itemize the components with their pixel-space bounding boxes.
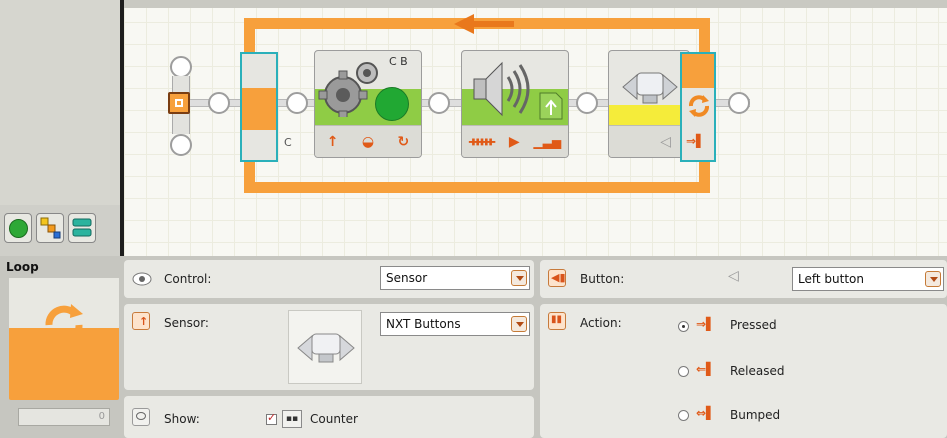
sound-block-settings-strip: ᚔ ▶ ▁▃▅ (462, 125, 568, 157)
sensor-row: ↑ Sensor: NXT Buttons (124, 304, 534, 390)
action-row: ▮▮ Action: ⇒▌ Pressed ⇐▌ Released ⇔▌ Bum… (540, 304, 947, 438)
loop-icon (45, 304, 83, 346)
motor-ports-label: C B (389, 55, 408, 68)
start-plug-bottom[interactable] (170, 134, 192, 156)
loop-condition-block[interactable]: ◁ (608, 50, 690, 158)
pressed-radio[interactable] (678, 321, 689, 332)
motor-power-indicator (375, 87, 409, 121)
control-row: Control: Sensor (124, 260, 534, 298)
start-point-icon[interactable] (168, 92, 190, 114)
show-label: Show: (164, 412, 200, 426)
control-select[interactable]: Sensor (380, 266, 530, 290)
wire-plug-2[interactable] (286, 92, 308, 114)
custom-palette-tab[interactable] (68, 213, 96, 243)
counter-label: Counter (310, 412, 358, 426)
volume-icon: ▁▃▅ (533, 134, 562, 149)
block-title: Loop (6, 260, 39, 274)
released-label[interactable]: Released (730, 364, 785, 378)
show-icon (132, 408, 150, 426)
wire-plug-3[interactable] (428, 92, 450, 114)
nxt-buttons-preview-icon (297, 333, 355, 363)
play-icon: ▶ (508, 133, 520, 150)
bumped-icon: ⇔▌ (696, 406, 716, 420)
loop-start-block[interactable] (240, 52, 278, 162)
loop-count-field: 0 (18, 408, 110, 426)
button-label: Button: (580, 272, 625, 286)
sensor-icon: ↑ (132, 312, 150, 330)
show-row: Show: ▪▪ Counter (124, 396, 534, 438)
bumped-label[interactable]: Bumped (730, 408, 780, 422)
loop-frame-bottom (244, 182, 710, 193)
sensor-label: Sensor: (164, 316, 209, 330)
sensor-select[interactable]: NXT Buttons (380, 312, 530, 336)
condition-settings-strip: ◁ (609, 125, 689, 157)
direction-up-icon: ↑ (326, 133, 339, 150)
action-icon: ▮▮ (548, 312, 566, 330)
motor-block-settings-strip: ↑ ◒ ↻ (315, 125, 421, 157)
control-value: Sensor (386, 271, 428, 285)
palette-blank (0, 0, 122, 205)
sensor-value: NXT Buttons (386, 317, 461, 331)
left-button-icon: ◁ (728, 268, 739, 284)
sound-block[interactable]: ᚔ ▶ ▁▃▅ (461, 50, 569, 158)
released-radio[interactable] (678, 366, 689, 377)
button-select[interactable]: Left button (792, 267, 944, 291)
counter-icon: ▪▪ (282, 410, 302, 428)
wire-plug-1[interactable] (208, 92, 230, 114)
button-row: ◀▮ Button: ◁ Left button (540, 260, 947, 298)
loop-port-label: C (284, 136, 292, 149)
button-row-icon: ◀▮ (548, 269, 566, 287)
condition-yellow-band (609, 105, 689, 125)
loop-direction-arrow-icon (454, 14, 514, 34)
loop-icon-top (9, 278, 119, 346)
canvas-top-strip (124, 0, 947, 8)
eye-icon (132, 272, 152, 286)
program-canvas[interactable]: C C B ↑ ◒ ↻ ᚔ ▶ ▁▃▅ ◁ ⇒▌ (124, 0, 947, 256)
speaker-icon (473, 61, 530, 117)
loop-cycle-icon (689, 95, 709, 117)
counter-checkbox[interactable] (266, 411, 277, 425)
chevron-down-icon (925, 271, 941, 287)
wire-plug-4[interactable] (576, 92, 598, 114)
pressed-icon: ⇒▌ (696, 317, 716, 331)
left-button-icon: ◁ (660, 133, 671, 150)
motor-block[interactable]: C B ↑ ◒ ↻ (314, 50, 422, 158)
bumped-radio[interactable] (678, 410, 689, 421)
released-icon: ⇐▌ (696, 362, 716, 376)
start-plug-top[interactable] (170, 56, 192, 78)
chevron-down-icon (511, 270, 527, 286)
custom-palette-icon (72, 218, 92, 237)
button-value: Left button (798, 272, 864, 286)
palette-tabs (4, 213, 96, 243)
chevron-down-icon (511, 316, 527, 332)
sensor-preview (288, 310, 362, 384)
gears-icon (318, 62, 378, 117)
loop-end-block[interactable]: ⇒▌ (680, 52, 716, 162)
sound-wave-icon: ᚔ (468, 133, 496, 150)
complete-palette-tab[interactable] (36, 213, 64, 243)
sound-file-icon (539, 92, 563, 120)
common-palette-tab[interactable] (4, 213, 32, 243)
duration-icon: ↻ (397, 133, 410, 150)
action-label: Action: (580, 316, 622, 330)
pressed-label[interactable]: Pressed (730, 318, 777, 332)
control-label: Control: (164, 272, 212, 286)
wire-plug-end[interactable] (728, 92, 750, 114)
power-gauge-icon: ◒ (361, 133, 375, 150)
complete-palette-icon (40, 217, 61, 239)
pressed-action-small-icon: ⇒▌ (686, 134, 706, 148)
green-circle-icon (9, 219, 28, 238)
nxt-buttons-icon (622, 72, 678, 104)
